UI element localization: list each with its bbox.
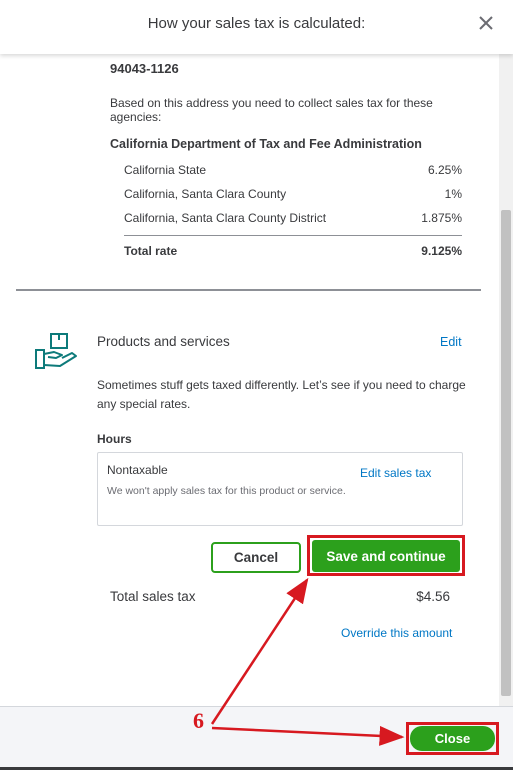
total-sales-tax-value: $4.56 [416,589,450,604]
tax-status: Nontaxable [107,463,168,477]
products-title: Products and services [97,334,230,349]
rate-value: 6.25% [427,163,462,177]
tax-status-description: We won't apply sales tax for this produc… [107,485,346,497]
rate-value: 1.875% [421,211,462,225]
agency-name: California Department of Tax and Fee Adm… [110,137,422,151]
rate-value: 1% [444,187,462,201]
agencies-intro: Based on this address you need to collec… [110,96,433,124]
override-amount-link[interactable]: Override this amount [341,626,452,640]
box-in-hand-icon [34,332,80,372]
total-sales-tax-label: Total sales tax [110,589,196,604]
rate-row: California, Santa Clara County 1% [124,187,462,201]
scrollbar-thumb[interactable] [501,210,511,696]
edit-sales-tax-link[interactable]: Edit sales tax [360,466,431,480]
rate-label: California State [124,163,207,177]
total-rate-label: Total rate [124,244,178,258]
total-sales-tax-row: Total sales tax $4.56 [110,589,450,604]
save-and-continue-button[interactable]: Save and continue [312,540,460,572]
cancel-button[interactable]: Cancel [211,542,301,573]
close-icon[interactable] [475,12,497,34]
rate-label: California, Santa Clara County District [124,211,327,225]
rate-row: California, Santa Clara County District … [124,211,462,225]
rate-label: California, Santa Clara County [124,187,287,201]
tax-status-card: Nontaxable We won't apply sales tax for … [97,452,463,526]
rate-row: California State 6.25% [124,163,462,177]
total-rate-value: 9.125% [421,244,462,258]
dialog-header: How your sales tax is calculated: [0,0,513,54]
products-description: Sometimes stuff gets taxed differently. … [97,378,466,411]
products-edit-link[interactable]: Edit [440,335,462,349]
address-zip: 94043-1126 [110,61,179,76]
total-rate-row: Total rate 9.125% [124,244,462,258]
section-divider [16,289,481,291]
dialog-title: How your sales tax is calculated: [147,15,366,32]
product-name: Hours [97,432,132,446]
rate-divider [124,235,462,236]
close-button[interactable]: Close [410,726,495,751]
step-number-label: 6 [193,708,204,733]
